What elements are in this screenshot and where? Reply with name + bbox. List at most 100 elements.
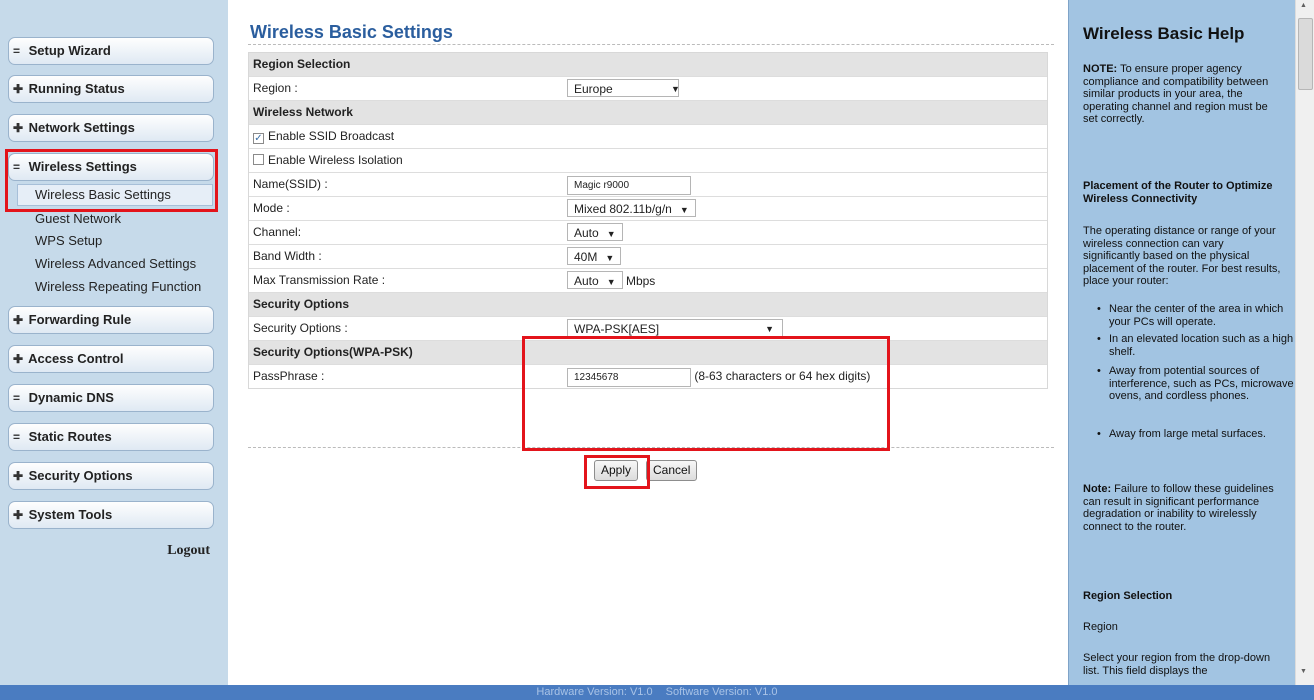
expand-icon: ✚: [13, 82, 24, 96]
dropdown-arrow-icon: ▼: [606, 229, 616, 239]
row-max-rate: Max Transmission Rate : Auto ▼ Mbps: [249, 269, 1047, 293]
section-title: Wireless Network: [253, 105, 353, 119]
help-bullet: Near the center of the area in which you…: [1097, 303, 1295, 328]
mode-select[interactable]: Mixed 802.11b/g/n ▼: [567, 199, 696, 217]
bandwidth-label: Band Width :: [253, 249, 322, 263]
row-wireless-isolation: Enable Wireless Isolation: [249, 149, 1047, 173]
submenu-wireless-basic-settings[interactable]: Wireless Basic Settings: [17, 184, 213, 206]
section-title: Region Selection: [253, 57, 351, 71]
hardware-version: Hardware Version: V1.0: [536, 686, 653, 698]
row-bandwidth: Band Width : 40M ▼: [249, 245, 1047, 269]
ssid-input[interactable]: Magic r9000: [567, 176, 691, 195]
dropdown-arrow-icon: ▼: [606, 277, 616, 287]
passphrase-input[interactable]: 12345678: [567, 368, 691, 387]
page-title: Wireless Basic Settings: [250, 22, 453, 42]
note2-label: Note:: [1083, 483, 1112, 495]
row-channel: Channel: Auto ▼: [249, 221, 1047, 245]
menu-label: Setup Wizard: [28, 43, 111, 58]
sidebar-nav: = Setup Wizard ✚ Running Status ✚ Networ…: [0, 0, 228, 685]
wireless-isolation-checkbox[interactable]: [253, 154, 264, 165]
row-passphrase: PassPhrase : 12345678 (8-63 characters o…: [249, 365, 1047, 388]
mode-value: Mixed 802.11b/g/n: [574, 202, 672, 216]
collapse-icon: =: [13, 391, 21, 405]
menu-security-options[interactable]: ✚ Security Options: [8, 462, 214, 490]
help-bullet: Away from large metal surfaces.: [1097, 428, 1295, 441]
bandwidth-select[interactable]: 40M ▼: [567, 247, 622, 265]
channel-label: Channel:: [253, 225, 302, 239]
region-select[interactable]: Europe ▼: [567, 79, 680, 97]
row-region: Region : Europe ▼: [249, 77, 1047, 101]
submenu-wireless-repeating-function[interactable]: Wireless Repeating Function: [35, 279, 201, 295]
collapse-icon: =: [13, 430, 21, 444]
menu-dynamic-dns[interactable]: = Dynamic DNS: [8, 384, 214, 412]
dropdown-arrow-icon: ▼: [671, 84, 680, 94]
help-note2: Note: Failure to follow these guidelines…: [1083, 483, 1283, 533]
menu-label: Dynamic DNS: [28, 390, 114, 405]
expand-icon: ✚: [13, 469, 24, 483]
menu-forwarding-rule[interactable]: ✚ Forwarding Rule: [8, 306, 214, 334]
menu-system-tools[interactable]: ✚ System Tools: [8, 501, 214, 529]
menu-label: Access Control: [28, 351, 124, 366]
region-label: Region :: [253, 81, 298, 95]
form-divider: [248, 447, 1054, 448]
scroll-thumb[interactable]: [1298, 18, 1313, 90]
section-title: Security Options: [253, 297, 350, 311]
expand-icon: ✚: [13, 352, 24, 366]
menu-label: Security Options: [28, 468, 133, 483]
passphrase-label: PassPhrase :: [253, 369, 325, 383]
dropdown-arrow-icon: ▼: [605, 253, 615, 263]
channel-select[interactable]: Auto ▼: [567, 223, 623, 241]
help-bullet: Away from potential sources of interfere…: [1097, 365, 1295, 403]
menu-label: Network Settings: [28, 120, 135, 135]
help-title: Wireless Basic Help: [1083, 24, 1245, 43]
help-placement-text: The operating distance or range of your …: [1083, 225, 1281, 287]
menu-access-control[interactable]: ✚ Access Control: [8, 345, 214, 373]
rate-value: Auto: [574, 274, 599, 288]
section-header-wireless-network: Wireless Network: [249, 101, 1047, 125]
help-region-sub: Region: [1083, 621, 1118, 633]
software-version: Software Version: V1.0: [665, 686, 778, 698]
row-ssid: Name(SSID) : Magic r9000: [249, 173, 1047, 197]
menu-setup-wizard[interactable]: = Setup Wizard: [8, 37, 214, 65]
menu-label: Running Status: [28, 81, 125, 96]
settings-form: Region Selection Region : Europe ▼ Wirele…: [248, 52, 1048, 389]
menu-label: Static Routes: [28, 429, 112, 444]
submenu-guest-network[interactable]: Guest Network: [35, 211, 121, 227]
expand-icon: ✚: [13, 313, 24, 327]
section-header-region: Region Selection: [249, 53, 1047, 77]
main-content: Wireless Basic Settings Region Selection…: [232, 0, 1062, 685]
row-ssid-broadcast: ✓ Enable SSID Broadcast: [249, 125, 1047, 149]
bandwidth-value: 40M: [574, 250, 598, 264]
region-value: Europe: [574, 82, 613, 96]
section-title: Security Options(WPA-PSK): [253, 345, 413, 359]
collapse-icon: =: [13, 44, 21, 58]
help-placement-title: Placement of the Router to Optimize Wire…: [1083, 180, 1273, 205]
security-select[interactable]: WPA-PSK[AES] ▼: [567, 319, 783, 337]
menu-static-routes[interactable]: = Static Routes: [8, 423, 214, 451]
scroll-up-icon[interactable]: ▲: [1300, 2, 1307, 9]
help-scrollbar[interactable]: ▲ ▼: [1295, 0, 1314, 685]
apply-button[interactable]: Apply: [594, 460, 639, 481]
dropdown-arrow-icon: ▼: [765, 324, 774, 334]
section-header-wpa-psk: Security Options(WPA-PSK): [249, 341, 1047, 365]
menu-running-status[interactable]: ✚ Running Status: [8, 75, 214, 103]
menu-wireless-settings[interactable]: = Wireless Settings: [8, 153, 214, 181]
ssid-broadcast-checkbox[interactable]: ✓: [253, 133, 264, 144]
help-region-title: Region Selection: [1083, 590, 1173, 602]
rate-select[interactable]: Auto ▼: [567, 271, 623, 289]
expand-icon: ✚: [13, 508, 24, 522]
row-security-options: Security Options : WPA-PSK[AES] ▼: [249, 317, 1047, 341]
menu-label: Forwarding Rule: [28, 312, 132, 327]
rate-unit: Mbps: [625, 274, 656, 288]
scroll-down-icon[interactable]: ▼: [1300, 668, 1307, 675]
menu-label: Wireless Settings: [28, 159, 137, 174]
collapse-icon: =: [13, 160, 21, 174]
submenu-wireless-advanced-settings[interactable]: Wireless Advanced Settings: [35, 256, 196, 272]
cancel-button[interactable]: Cancel: [646, 460, 698, 481]
expand-icon: ✚: [13, 121, 24, 135]
logout-link[interactable]: Logout: [140, 543, 210, 559]
submenu-wps-setup[interactable]: WPS Setup: [35, 233, 102, 249]
note-label: NOTE:: [1083, 63, 1118, 75]
security-value: WPA-PSK[AES]: [574, 322, 660, 336]
menu-network-settings[interactable]: ✚ Network Settings: [8, 114, 214, 142]
